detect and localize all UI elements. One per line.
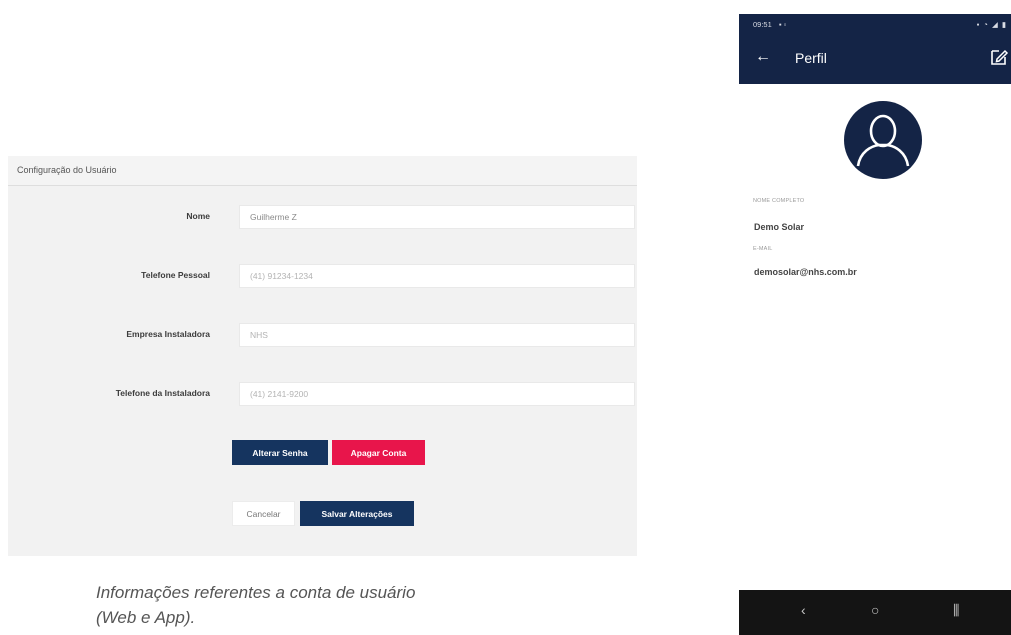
field-row-name: Nome — [8, 205, 637, 229]
name-field[interactable] — [239, 205, 635, 229]
app-bar: ← Perfil — [739, 38, 1011, 84]
delete-account-button[interactable]: Apagar Conta — [332, 440, 425, 465]
status-time: 09:51 — [753, 20, 772, 29]
edit-icon[interactable] — [989, 47, 1009, 67]
caption-line-1: Informações referentes a conta de usuári… — [96, 583, 416, 602]
panel-header: Configuração do Usuário — [8, 156, 637, 186]
email-value: demosolar@nhs.com.br — [754, 267, 857, 277]
field-row-installer-phone: Telefone da Instaladora — [8, 382, 637, 406]
save-button[interactable]: Salvar Alterações — [300, 501, 414, 526]
field-row-personal-phone: Telefone Pessoal — [8, 264, 637, 288]
nav-recents-icon[interactable]: ⫼ — [953, 602, 959, 619]
cancel-button[interactable]: Cancelar — [232, 501, 295, 526]
status-bar: 09:51 ▪ ▫ ▪ ◔ ◢ ▮ — [739, 14, 1011, 38]
caption-line-2: (Web e App). — [96, 608, 196, 627]
change-password-button[interactable]: Alterar Senha — [232, 440, 328, 465]
personal-phone-field[interactable] — [239, 264, 635, 288]
name-label: Nome — [186, 211, 210, 221]
nav-back-icon[interactable]: ‹ — [801, 602, 806, 618]
notification-icon: ▪ ▫ — [778, 20, 787, 29]
installer-company-label: Empresa Instaladora — [126, 329, 210, 339]
page-title: Perfil — [795, 50, 827, 66]
mobile-app-screen: 09:51 ▪ ▫ ▪ ◔ ◢ ▮ ← Perfil NOME COMPLETO… — [739, 14, 1011, 635]
installer-phone-label: Telefone da Instaladora — [115, 388, 210, 398]
installer-company-field[interactable] — [239, 323, 635, 347]
panel-title: Configuração do Usuário — [17, 165, 117, 175]
installer-phone-field[interactable] — [239, 382, 635, 406]
figure-caption: Informações referentes a conta de usuári… — [96, 580, 596, 630]
personal-phone-label: Telefone Pessoal — [141, 270, 210, 280]
user-avatar-icon — [844, 101, 922, 179]
system-nav-bar: ‹ ○ ⫼ — [739, 590, 1011, 635]
nav-home-icon[interactable]: ○ — [871, 602, 879, 618]
email-label: E-MAIL — [753, 246, 773, 252]
field-row-installer-company: Empresa Instaladora — [8, 323, 637, 347]
full-name-label: NOME COMPLETO — [753, 198, 805, 204]
full-name-value: Demo Solar — [754, 222, 805, 232]
arrow-left-icon[interactable]: ← — [755, 48, 771, 66]
signal-battery-icon: ▪ ◔ ◢ ▮ — [976, 20, 1007, 29]
user-settings-panel: Configuração do Usuário Nome Telefone Pe… — [8, 156, 637, 556]
